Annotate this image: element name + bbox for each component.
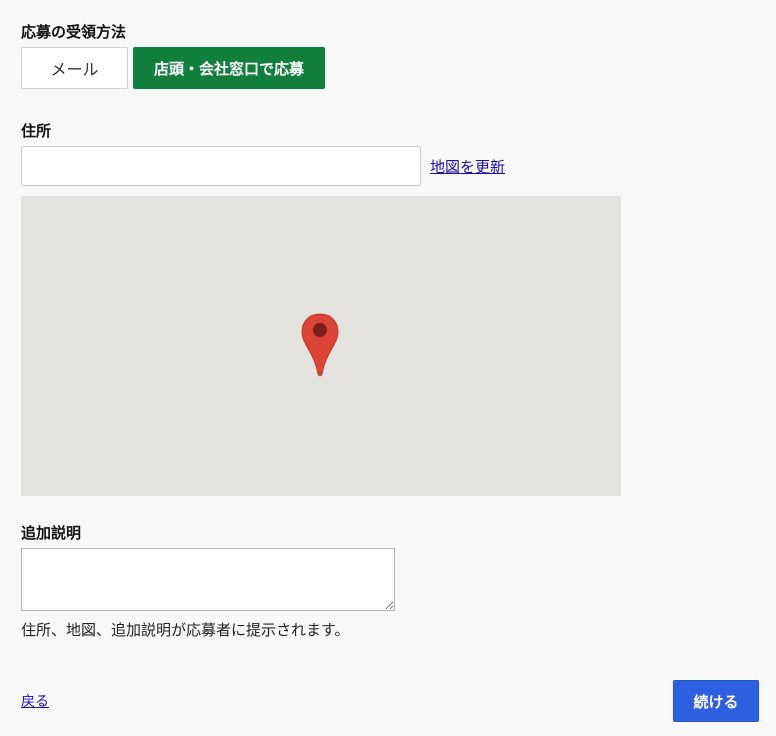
store-option-button[interactable]: 店頭・会社窓口で応募: [133, 47, 325, 89]
receive-method-label: 応募の受領方法: [21, 23, 127, 41]
visibility-note: 住所、地図、追加説明が応募者に提示されます。: [21, 621, 350, 639]
map[interactable]: [21, 196, 621, 496]
address-label: 住所: [21, 122, 52, 140]
address-input[interactable]: [21, 146, 421, 186]
page: 応募の受領方法 メール 店頭・会社窓口で応募 住所 地図を更新 追加説明 住所、…: [0, 0, 776, 736]
map-pin-icon[interactable]: [300, 312, 340, 378]
additional-description-textarea[interactable]: [21, 548, 395, 611]
mail-option-button[interactable]: メール: [21, 47, 128, 89]
update-map-link[interactable]: 地図を更新: [430, 156, 505, 177]
back-link[interactable]: 戻る: [21, 691, 49, 711]
additional-description-label: 追加説明: [21, 524, 82, 542]
continue-button[interactable]: 続ける: [673, 680, 759, 722]
